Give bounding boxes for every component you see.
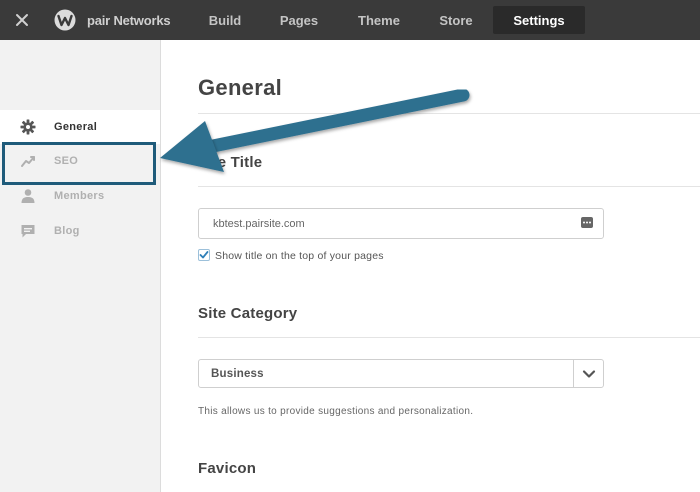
site-category-select[interactable]: Business xyxy=(198,359,604,388)
checkmark-icon xyxy=(199,251,209,259)
comment-icon xyxy=(21,225,35,238)
site-category-heading: Site Category xyxy=(198,305,298,322)
nav-theme[interactable]: Theme xyxy=(350,0,408,40)
brand-name: pair Networks xyxy=(87,13,171,28)
site-title-input[interactable] xyxy=(198,208,604,239)
settings-sidebar: General SEO Members Blog xyxy=(0,40,161,492)
gear-icon xyxy=(20,119,36,135)
divider xyxy=(198,186,700,187)
nav-build[interactable]: Build xyxy=(200,0,250,40)
divider xyxy=(198,337,700,338)
sidebar-item-label: Members xyxy=(54,190,105,202)
select-divider xyxy=(573,360,574,387)
sidebar-item-label: General xyxy=(54,121,98,133)
category-hint: This allows us to provide suggestions an… xyxy=(198,406,474,417)
page-title: General xyxy=(198,75,283,100)
sidebar-item-label: Blog xyxy=(54,225,80,237)
person-icon xyxy=(21,189,35,203)
seo-highlight-box xyxy=(2,142,156,185)
top-navigation-bar: pair Networks Build Pages Theme Store Se… xyxy=(0,0,700,40)
settings-main-panel: General Site Title Show title on the top… xyxy=(161,40,700,492)
close-button[interactable] xyxy=(12,10,32,30)
nav-pages[interactable]: Pages xyxy=(272,0,326,40)
favicon-heading: Favicon xyxy=(198,460,257,477)
sidebar-item-general[interactable]: General xyxy=(0,110,160,144)
close-icon xyxy=(16,14,28,26)
nav-settings[interactable]: Settings xyxy=(493,6,585,34)
chevron-down-icon[interactable] xyxy=(582,368,596,380)
sidebar-item-blog[interactable]: Blog xyxy=(0,214,160,248)
weebly-logo-icon xyxy=(54,9,76,31)
show-title-label: Show title on the top of your pages xyxy=(215,250,384,262)
show-title-checkbox[interactable] xyxy=(198,249,210,261)
selected-category: Business xyxy=(211,368,264,380)
site-title-heading: Site Title xyxy=(198,154,263,171)
nav-store[interactable]: Store xyxy=(430,0,482,40)
more-options-icon[interactable] xyxy=(581,217,593,228)
divider xyxy=(198,113,700,114)
